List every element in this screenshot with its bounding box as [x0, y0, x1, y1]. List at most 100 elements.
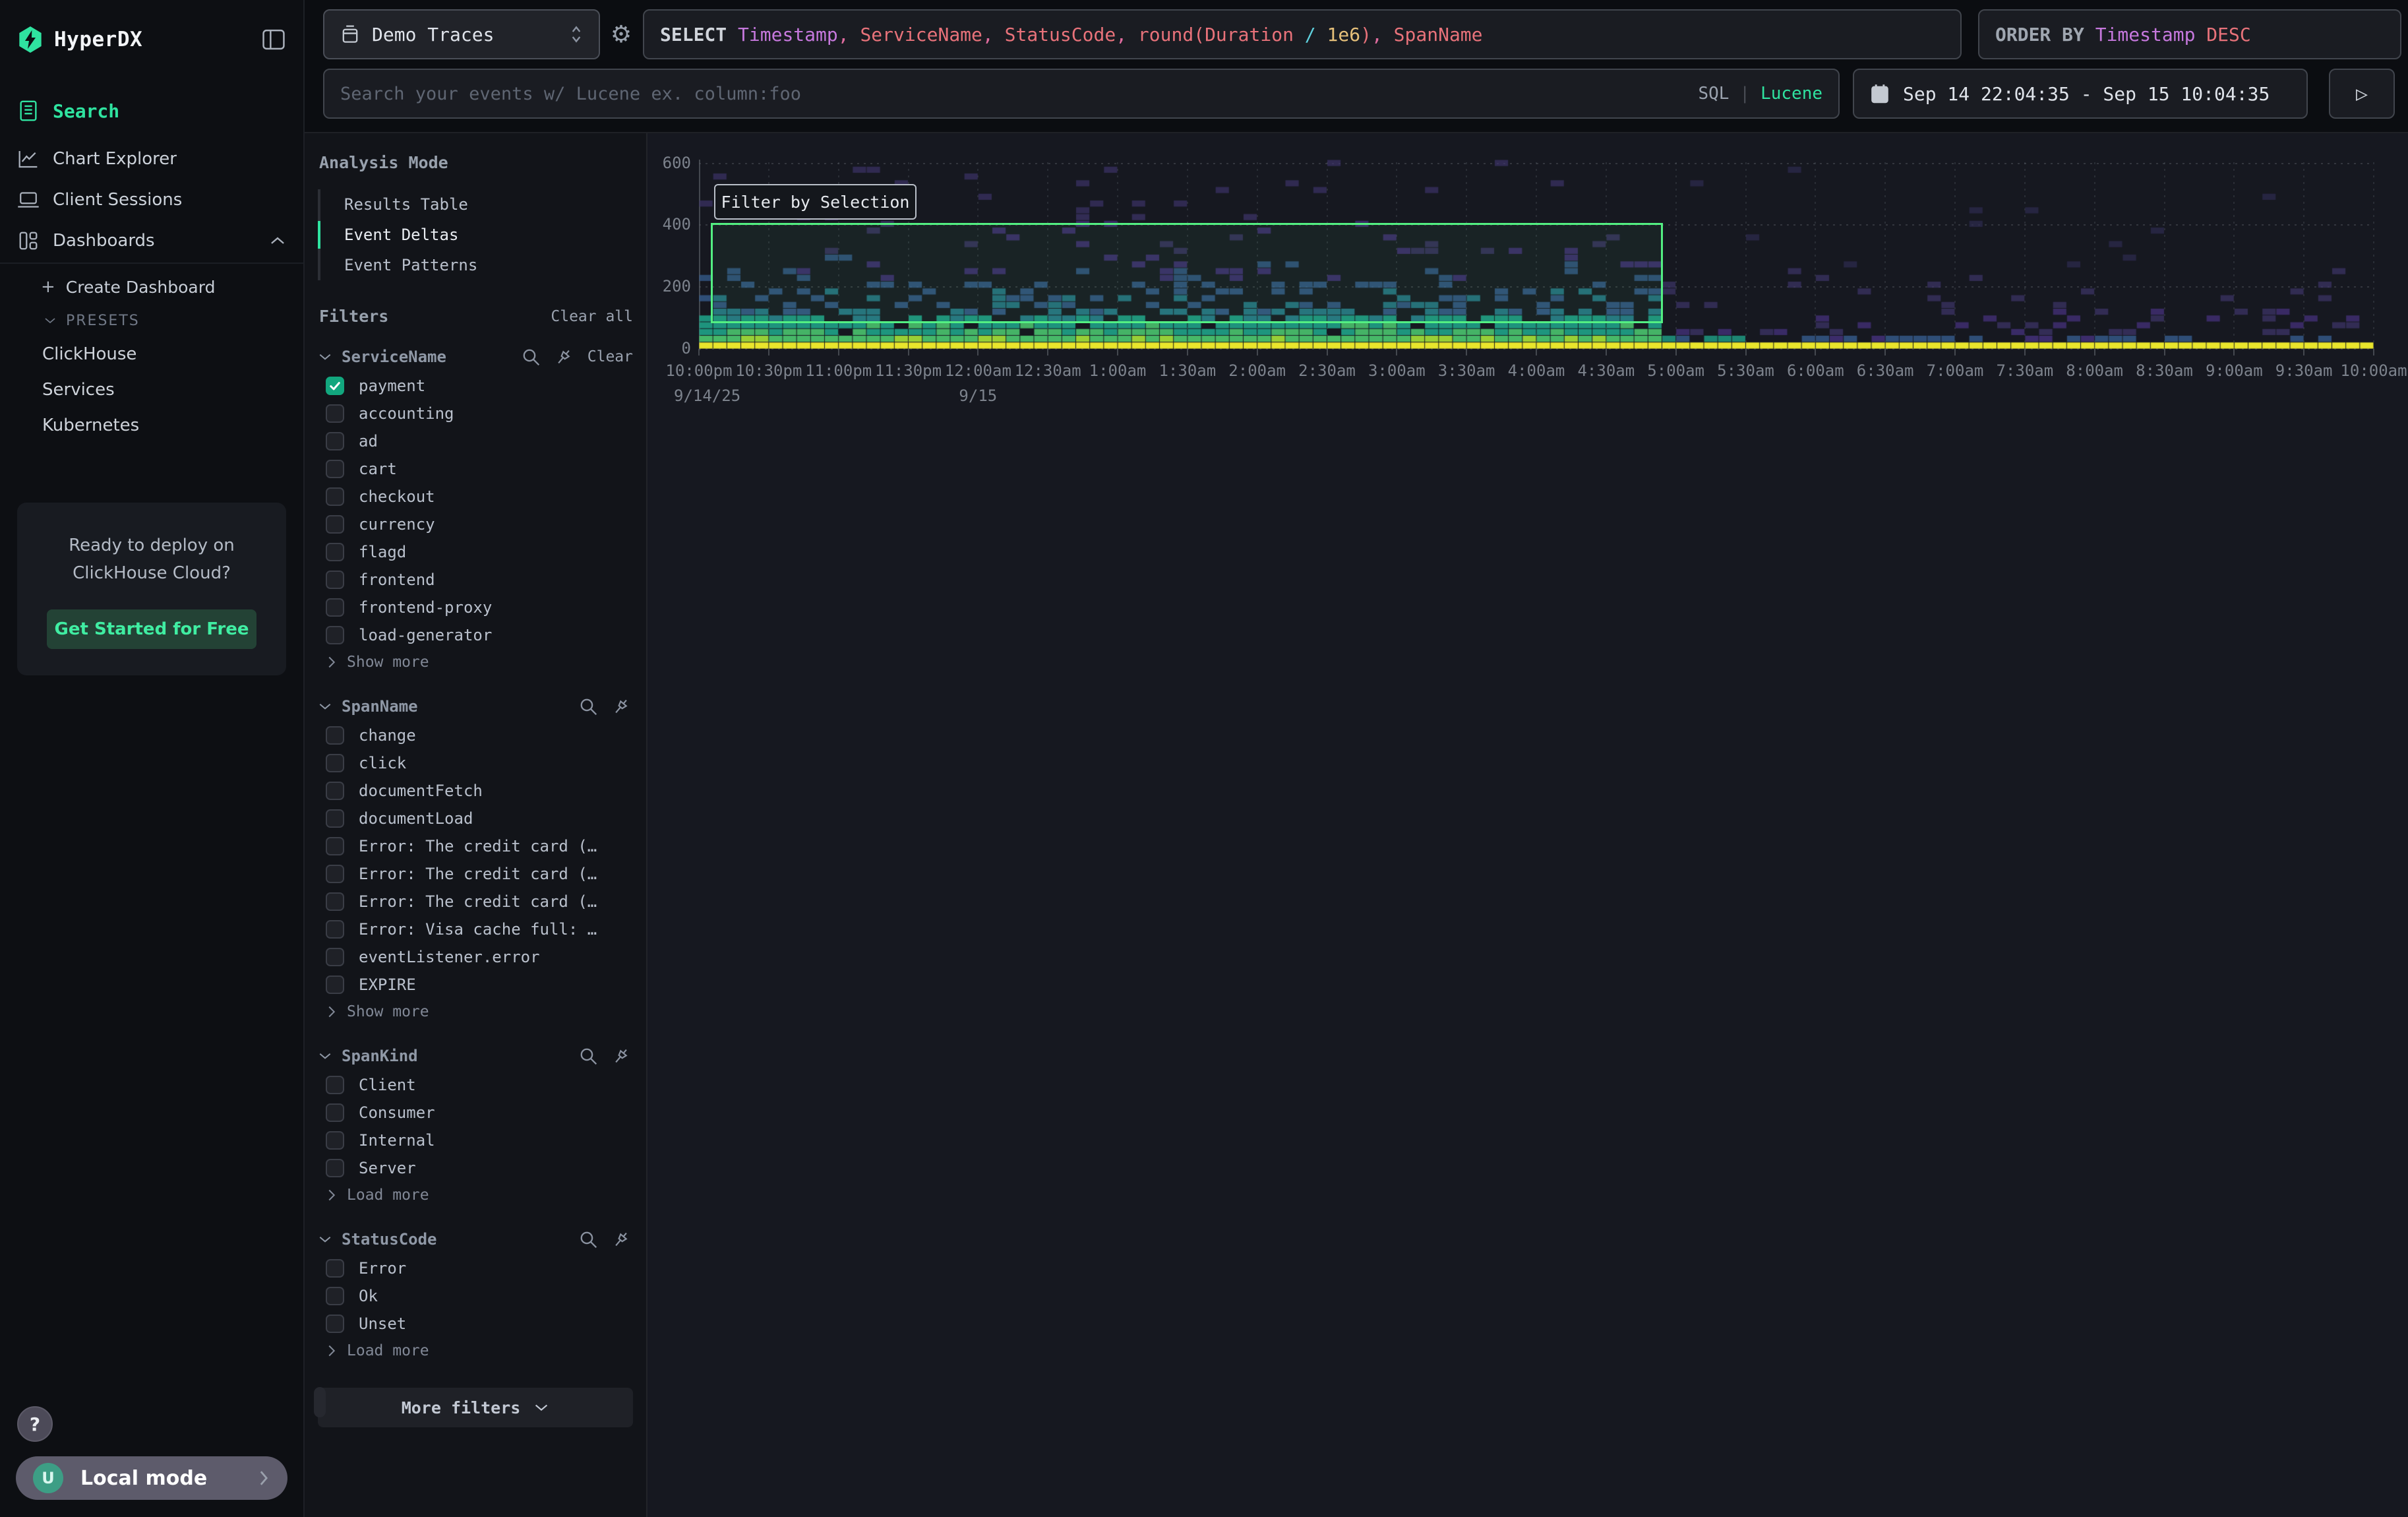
filter-by-selection-button[interactable]: Filter by Selection — [714, 184, 917, 220]
sidebar-item-services[interactable]: Services — [0, 372, 303, 408]
checkbox-unchecked — [326, 1159, 344, 1177]
x-tick-label: 3:00am — [1368, 361, 1426, 380]
checkbox-unchecked — [326, 515, 344, 534]
x-tick — [698, 349, 700, 356]
filter-option[interactable]: change — [318, 722, 633, 749]
create-dashboard-button[interactable]: + Create Dashboard — [0, 269, 303, 305]
sidebar-item-clickhouse[interactable]: ClickHouse — [0, 336, 303, 372]
sidebar-collapse-icon[interactable] — [261, 28, 286, 51]
chevron-down-icon — [318, 1051, 332, 1061]
search-icon[interactable] — [576, 1227, 600, 1251]
scrollbar-thumb[interactable] — [314, 1387, 326, 1417]
x-tick-label: 4:00am — [1508, 361, 1565, 380]
filter-option-label: flagd — [359, 543, 406, 561]
gear-icon[interactable]: ⚙ — [603, 9, 640, 59]
filter-option[interactable]: frontend-proxy — [318, 594, 633, 621]
local-mode-button[interactable]: U Local mode — [16, 1456, 287, 1500]
x-tick — [1396, 349, 1397, 356]
filter-option[interactable]: Error: Visa cache full: … — [318, 915, 633, 943]
filter-option[interactable]: Ok — [318, 1282, 633, 1310]
filter-option[interactable]: frontend — [318, 566, 633, 594]
select-clause-input[interactable]: SELECT Timestamp, ServiceName, StatusCod… — [643, 9, 1962, 59]
filter-option[interactable]: Unset — [318, 1310, 633, 1338]
filter-option[interactable]: cart — [318, 455, 633, 483]
pin-icon[interactable] — [609, 1227, 633, 1251]
filter-option[interactable]: flagd — [318, 538, 633, 566]
y-tick-label: 200 — [649, 277, 691, 295]
show-more-button[interactable]: Load more — [318, 1182, 633, 1208]
sidebar-item-search[interactable]: Search — [0, 92, 303, 129]
lucene-toggle[interactable]: Lucene — [1761, 84, 1822, 104]
sidebar-item-client-sessions[interactable]: Client Sessions — [0, 179, 303, 220]
filter-option-label: Error: The credit card (… — [359, 865, 597, 883]
filter-section-header[interactable]: SpanName — [318, 691, 633, 722]
presets-toggle[interactable]: PRESETS — [0, 305, 303, 336]
filter-option[interactable]: click — [318, 749, 633, 777]
more-filters-button[interactable]: More filters — [318, 1388, 633, 1427]
search-icon[interactable] — [576, 695, 600, 718]
filter-option[interactable]: Internal — [318, 1127, 633, 1154]
checkbox-unchecked — [326, 1259, 344, 1278]
filter-option[interactable]: ad — [318, 427, 633, 455]
filter-section-name: StatusCode — [342, 1230, 437, 1249]
search-icon[interactable] — [519, 345, 543, 369]
filter-option[interactable]: Client — [318, 1071, 633, 1099]
filter-option[interactable]: currency — [318, 511, 633, 538]
get-started-button[interactable]: Get Started for Free — [47, 609, 256, 649]
analysis-tab-event-patterns[interactable]: Event Patterns — [320, 250, 633, 280]
clear-filter-button[interactable]: Clear — [587, 348, 633, 365]
show-more-button[interactable]: Show more — [318, 649, 633, 675]
filter-section-header[interactable]: SpanKind — [318, 1041, 633, 1071]
filter-section-header[interactable]: StatusCode — [318, 1224, 633, 1254]
filter-option[interactable]: Error — [318, 1254, 633, 1282]
analysis-mode-title: Analysis Mode — [318, 153, 633, 172]
filter-option[interactable]: Server — [318, 1154, 633, 1182]
sidebar-item-kubernetes[interactable]: Kubernetes — [0, 408, 303, 443]
sidebar-item-chart-explorer[interactable]: Chart Explorer — [0, 139, 303, 179]
pin-icon[interactable] — [609, 695, 633, 718]
filter-option[interactable]: Consumer — [318, 1099, 633, 1127]
pin-icon[interactable] — [552, 345, 576, 369]
run-query-button[interactable]: ▷ — [2329, 69, 2395, 119]
sql-token: , — [982, 24, 1005, 46]
filter-option[interactable]: load-generator — [318, 621, 633, 649]
source-select[interactable]: Demo Traces — [323, 9, 600, 59]
search-input[interactable] — [340, 84, 1698, 104]
x-tick-label: 10:00am — [2340, 361, 2407, 380]
pin-icon[interactable] — [609, 1044, 633, 1068]
sidebar-item-label: Client Sessions — [53, 190, 182, 210]
filter-option[interactable]: documentLoad — [318, 805, 633, 832]
clear-all-button[interactable]: Clear all — [551, 308, 633, 325]
order-by-input[interactable]: ORDER BY Timestamp DESC — [1978, 9, 2401, 59]
filter-option[interactable]: eventListener.error — [318, 943, 633, 971]
analysis-tab-event-deltas[interactable]: Event Deltas — [320, 220, 633, 250]
filter-option-label: currency — [359, 515, 435, 534]
filter-option[interactable]: EXPIRE — [318, 971, 633, 999]
filter-option-label: payment — [359, 377, 425, 395]
checkbox-unchecked — [326, 543, 344, 561]
filter-option[interactable]: Error: The credit card (… — [318, 860, 633, 888]
x-date-label: 9/15 — [959, 387, 997, 405]
filter-option[interactable]: accounting — [318, 400, 633, 427]
sql-toggle[interactable]: SQL — [1698, 84, 1729, 104]
sidebar-item-dashboards[interactable]: Dashboards — [0, 220, 303, 261]
date-range-picker[interactable]: Sep 14 22:04:35 - Sep 15 10:04:35 — [1853, 69, 2308, 119]
filter-option[interactable]: payment — [318, 372, 633, 400]
show-more-button[interactable]: Show more — [318, 999, 633, 1025]
chart-selection-rect[interactable] — [711, 223, 1663, 323]
analysis-tab-results-table[interactable]: Results Table — [320, 189, 633, 220]
filter-option[interactable]: Error: The credit card (… — [318, 888, 633, 915]
chevron-right-icon — [327, 656, 336, 669]
help-button[interactable]: ? — [17, 1406, 53, 1442]
search-icon[interactable] — [576, 1044, 600, 1068]
hyperdx-logo-icon[interactable] — [17, 25, 44, 54]
x-tick — [2024, 349, 2026, 356]
filter-option[interactable]: checkout — [318, 483, 633, 511]
filter-section-header[interactable]: ServiceNameClear — [318, 342, 633, 372]
filter-option[interactable]: Error: The credit card (… — [318, 832, 633, 860]
x-tick — [1327, 349, 1328, 356]
filters-panel: Analysis Mode Results TableEvent DeltasE… — [305, 133, 647, 1517]
show-more-button[interactable]: Load more — [318, 1338, 633, 1364]
create-dashboard-label: Create Dashboard — [66, 278, 216, 297]
filter-option[interactable]: documentFetch — [318, 777, 633, 805]
